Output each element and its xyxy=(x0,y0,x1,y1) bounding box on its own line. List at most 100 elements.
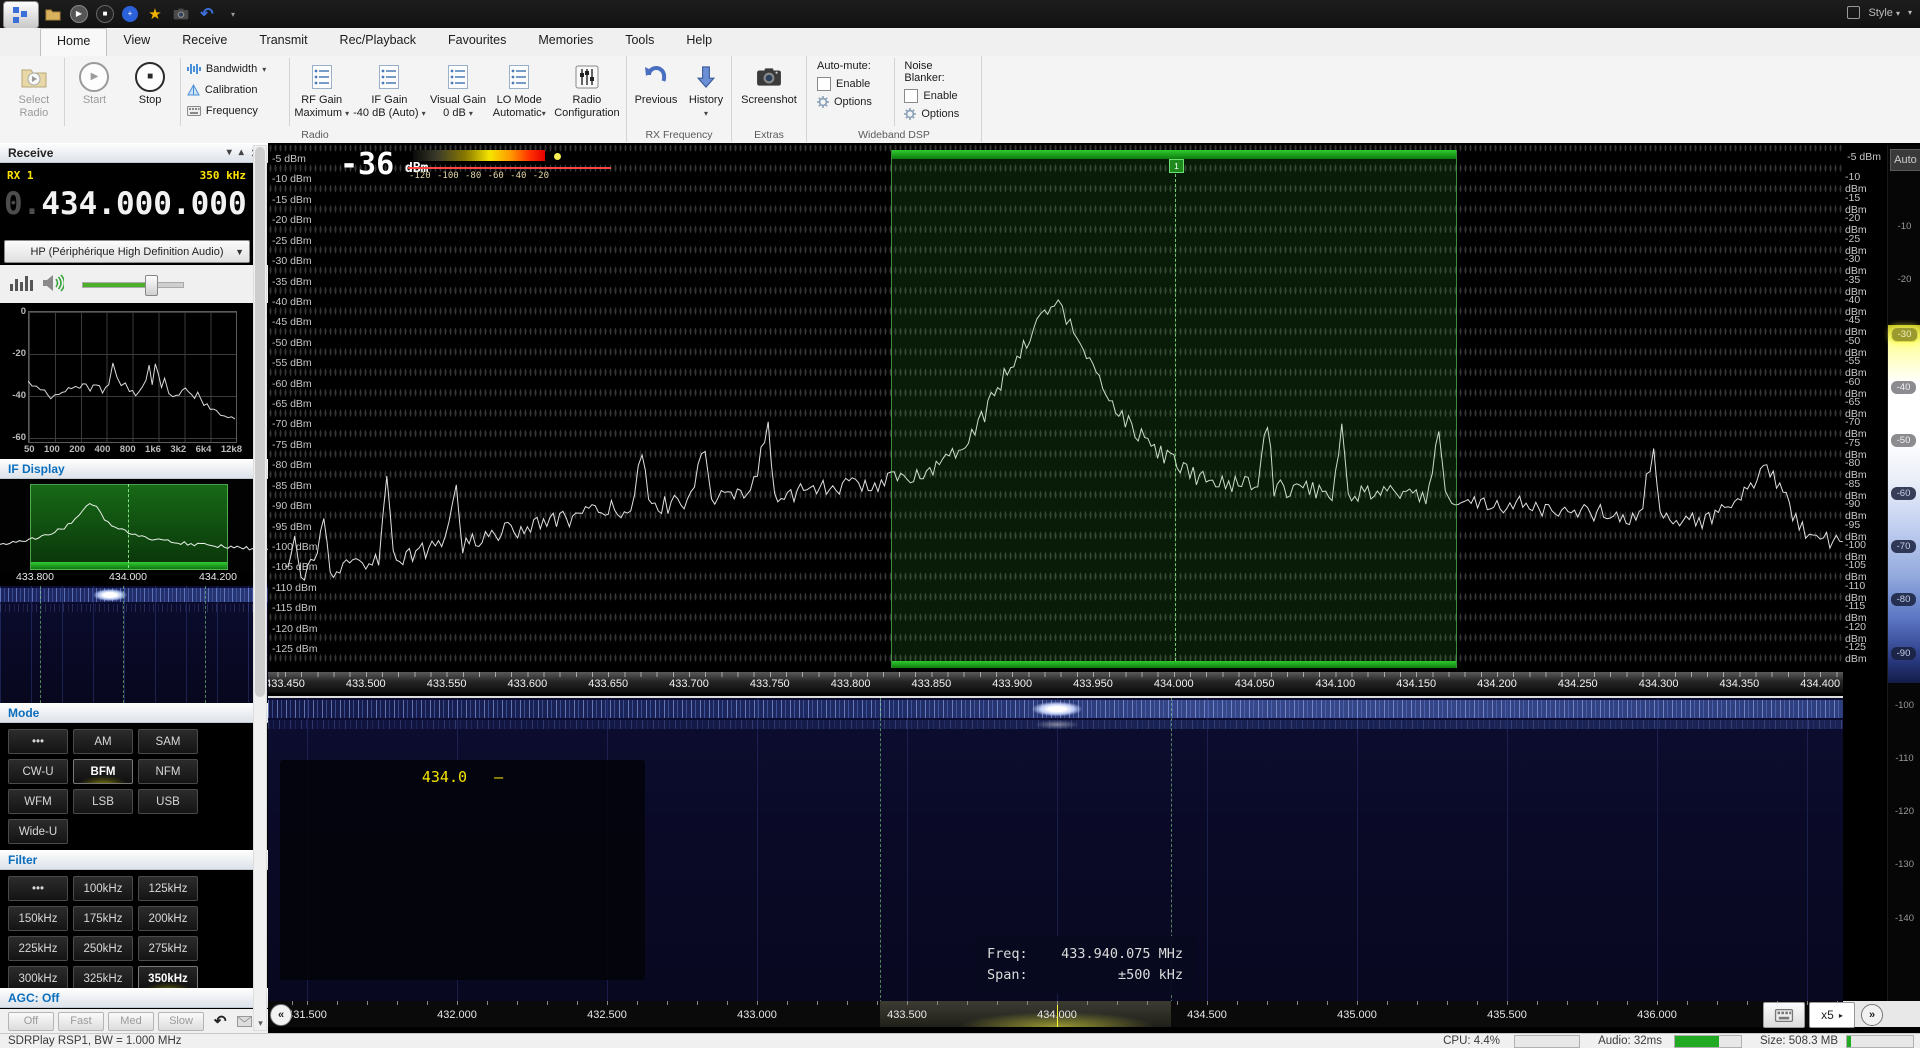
equalizer-icon[interactable] xyxy=(10,275,33,291)
mode-button[interactable]: USB xyxy=(138,789,198,814)
filter-button[interactable]: 275kHz xyxy=(138,936,198,961)
ribbon-tab[interactable]: Receive xyxy=(166,28,243,56)
filter-button[interactable]: 100kHz xyxy=(73,876,133,901)
zoom-factor-button[interactable]: x5▸ xyxy=(1809,1002,1855,1028)
ribbon-tab[interactable]: Home xyxy=(40,28,107,57)
stop-button[interactable]: ■ Stop xyxy=(122,56,178,128)
open-folder-icon[interactable] xyxy=(44,5,62,23)
collapse-ribbon-icon[interactable]: ▾ xyxy=(1908,8,1912,17)
ribbon-tab[interactable]: Favourites xyxy=(432,28,522,56)
frequency-display[interactable]: RX 1 350 kHz 0.434.000.000 xyxy=(0,166,268,238)
auto-level-button[interactable]: Auto xyxy=(1890,149,1920,171)
scroll-down-icon[interactable]: ▾ xyxy=(255,1018,266,1029)
waterfall-level-slider[interactable]: Auto -10-20-30-40-50-60-70-80-90-100-110… xyxy=(1887,145,1920,1005)
mode-button[interactable]: CW-U xyxy=(8,759,68,784)
mode-button[interactable]: ••• xyxy=(8,729,68,754)
agc-slow-button[interactable]: Slow xyxy=(158,1012,204,1031)
mode-button[interactable]: Wide-U xyxy=(8,819,68,844)
filter-button[interactable]: 150kHz xyxy=(8,906,68,931)
panel-scrollbar[interactable]: ▾ xyxy=(253,145,267,1031)
filter-button[interactable]: ••• xyxy=(8,876,68,901)
screenshot-button[interactable]: Screenshot xyxy=(736,56,802,128)
ribbon-tab[interactable]: Rec/Playback xyxy=(324,28,432,56)
audio-spectrum-panel[interactable]: 0-20-40-60 501002004008001k63k26k412k8 xyxy=(0,305,268,457)
if-waterfall[interactable] xyxy=(0,586,268,703)
stop-icon[interactable]: ■ xyxy=(96,5,114,23)
filter-button[interactable]: 250kHz xyxy=(73,936,133,961)
visual-gain-button[interactable]: Visual Gain0 dB ▾ xyxy=(427,56,488,128)
noise-blanker-options[interactable]: Options xyxy=(904,108,971,120)
play-icon[interactable]: ▶ xyxy=(70,5,88,23)
mode-button[interactable]: NFM xyxy=(138,759,198,784)
noise-blanker-enable[interactable]: Enable xyxy=(904,89,971,103)
frequency-button[interactable]: Frequency xyxy=(187,102,283,120)
filter-selection-band[interactable]: 1 xyxy=(891,150,1457,668)
select-radio-button[interactable]: Select Radio xyxy=(6,56,62,128)
mode-button[interactable]: SAM xyxy=(138,729,198,754)
audio-device-dropdown[interactable]: HP (Périphérique High Definition Audio)▼ xyxy=(4,240,250,263)
qat-dropdown-icon[interactable]: ▾ xyxy=(224,5,242,23)
calibration-button[interactable]: Calibration xyxy=(187,81,283,99)
selection-top-bar[interactable] xyxy=(892,150,1456,159)
spectrum-display[interactable]: 1 -5 dBm-10 dBm-15 dBm-20 dBm-25 dBm-30 … xyxy=(268,145,1843,670)
agc-fast-button[interactable]: Fast xyxy=(58,1012,104,1031)
filter-button[interactable]: 125kHz xyxy=(138,876,198,901)
color-gradient-strip[interactable] xyxy=(1888,325,1920,683)
favourite-star-icon[interactable]: ★ xyxy=(146,5,164,23)
mode-button[interactable]: BFM xyxy=(73,759,133,784)
undo-arrow-icon[interactable]: ↶ xyxy=(214,1012,227,1030)
filter-button[interactable]: 225kHz xyxy=(8,936,68,961)
panel-scrollbar-thumb[interactable] xyxy=(255,147,265,697)
chevron-down-icon[interactable]: ▾ xyxy=(227,147,232,160)
scroll-right-button[interactable]: » xyxy=(1861,1004,1883,1026)
intensity-legend-bar[interactable] xyxy=(413,150,545,161)
style-button[interactable]: Style ▾ xyxy=(1868,7,1900,19)
undo-icon[interactable]: ↶ xyxy=(198,5,216,23)
rx-marker-flag[interactable]: 1 xyxy=(1169,159,1184,173)
spectrum-frequency-ruler[interactable]: 433.450433.500433.550433.600433.650433.7… xyxy=(268,672,1843,693)
previous-button[interactable]: Previous xyxy=(629,56,683,128)
filter-button[interactable]: 175kHz xyxy=(73,906,133,931)
noise-blanker-enable-checkbox[interactable] xyxy=(904,89,918,103)
scroll-left-button[interactable]: « xyxy=(270,1004,292,1026)
agc-header[interactable]: AGC: Off ▴ xyxy=(0,988,268,1008)
auto-mute-options[interactable]: Options xyxy=(817,96,884,108)
agc-med-button[interactable]: Med xyxy=(108,1012,154,1031)
mail-icon[interactable] xyxy=(237,1016,252,1027)
add-icon[interactable]: + xyxy=(122,6,138,22)
keyboard-entry-button[interactable] xyxy=(1763,1002,1805,1028)
ribbon-tab[interactable]: View xyxy=(107,28,166,56)
rf-gain-button[interactable]: RF GainMaximum ▾ xyxy=(292,56,351,128)
ribbon-tab[interactable]: Tools xyxy=(609,28,670,56)
mode-button[interactable]: WFM xyxy=(8,789,68,814)
lo-mode-button[interactable]: LO ModeAutomatic▾ xyxy=(489,56,550,128)
pin-icon[interactable]: ▴ xyxy=(239,147,244,160)
if-gain-button[interactable]: IF Gain-40 dB (Auto) ▾ xyxy=(351,56,427,128)
mode-button[interactable]: AM xyxy=(73,729,133,754)
volume-slider[interactable] xyxy=(82,282,184,288)
auto-mute-enable-checkbox[interactable] xyxy=(817,77,831,91)
camera-icon[interactable] xyxy=(172,5,190,23)
if-display-header[interactable]: IF Display ▴ xyxy=(0,459,268,479)
radio-configuration-button[interactable]: RadioConfiguration xyxy=(550,56,624,128)
selection-bottom-bar[interactable] xyxy=(892,661,1456,668)
waterfall-frequency-scale[interactable]: 431.500432.000432.500433.000433.500434.0… xyxy=(268,1001,1843,1027)
volume-slider-thumb[interactable] xyxy=(145,275,158,296)
if-display-panel[interactable] xyxy=(0,481,268,571)
mode-header[interactable]: Mode ▴ xyxy=(0,703,268,723)
waterfall-display[interactable]: 434.0 – Freq:433.940.075 MHz Span:±500 k… xyxy=(268,696,1843,1003)
bandwidth-button[interactable]: Bandwidth▾ xyxy=(187,60,283,78)
history-button[interactable]: History▾ xyxy=(683,56,729,128)
speaker-icon[interactable] xyxy=(42,273,64,293)
mode-button[interactable]: LSB xyxy=(73,789,133,814)
filter-button[interactable]: 200kHz xyxy=(138,906,198,931)
ribbon-tab[interactable]: Memories xyxy=(522,28,609,56)
start-button[interactable]: ▶ Start xyxy=(67,56,123,128)
agc-off-button[interactable]: Off xyxy=(8,1012,54,1031)
frequency-readout[interactable]: 0.434.000.000 xyxy=(4,186,247,222)
filter-header[interactable]: Filter ▴ xyxy=(0,850,268,870)
ribbon-tab[interactable]: Transmit xyxy=(243,28,323,56)
app-menu-button[interactable] xyxy=(3,1,39,29)
ribbon-tab[interactable]: Help xyxy=(670,28,728,56)
auto-mute-enable[interactable]: Enable xyxy=(817,77,884,91)
